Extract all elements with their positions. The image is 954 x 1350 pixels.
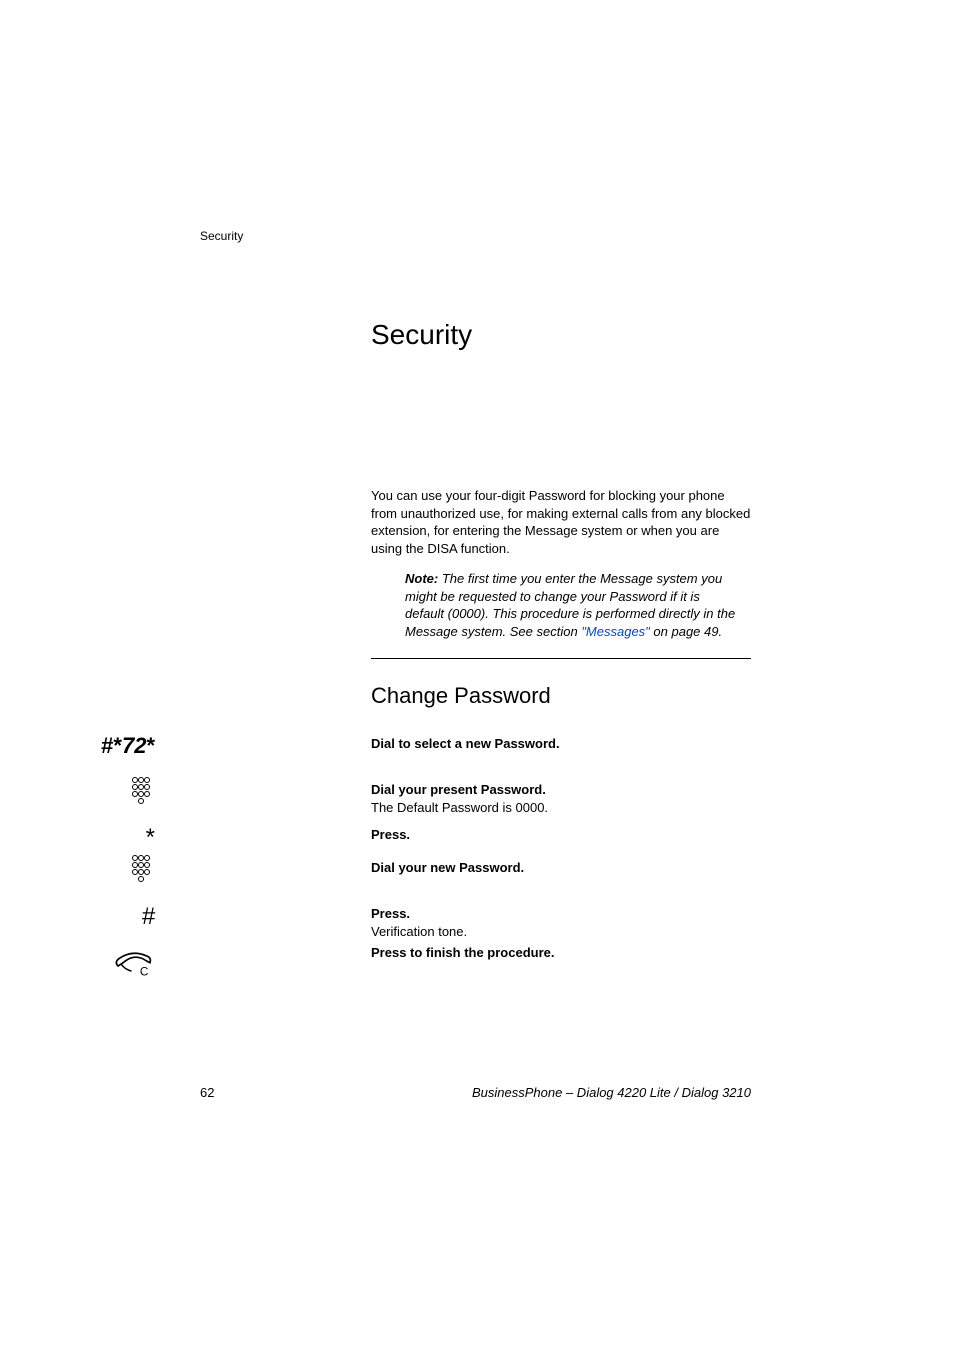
dial-digits: 72 [122,733,146,758]
page-title: Security [371,319,472,351]
section-heading: Change Password [371,683,551,709]
step-text-bold: Press. [371,905,751,923]
star-icon: * [146,735,155,757]
step-text: Dial your new Password. [371,859,751,877]
footer-doc-title: BusinessPhone – Dialog 4220 Lite / Dialo… [472,1085,751,1100]
step-text: Press to finish the procedure. [371,944,751,962]
step-text: Dial to select a new Password. [371,735,751,753]
intro-paragraph: You can use your four-digit Password for… [371,487,751,557]
star-icon: * [35,826,155,850]
note-text-post: on page 49. [650,624,722,639]
handset-icon: C [35,944,155,983]
step-text: Dial your present Password. The Default … [371,781,751,816]
step-text-plain: Verification tone. [371,923,751,941]
hash-icon: # [35,905,155,929]
step-text: Press. Verification tone. [371,905,751,940]
handset-letter: C [140,965,149,978]
step-text: Press. [371,826,751,844]
keypad-icon [35,855,155,886]
star-icon: * [113,735,122,757]
step-text-bold: Dial your present Password. [371,781,751,799]
divider [371,658,751,659]
dial-code-icon: #*72* [35,735,155,758]
running-head: Security [200,229,243,243]
keypad-icon [35,777,155,808]
page-number: 62 [200,1085,214,1100]
messages-link[interactable]: "Messages" [581,624,649,639]
hash-icon: # [101,735,113,757]
note-label: Note: [405,571,438,586]
step-text-plain: The Default Password is 0000. [371,799,751,817]
note-block: Note: The first time you enter the Messa… [405,570,740,640]
